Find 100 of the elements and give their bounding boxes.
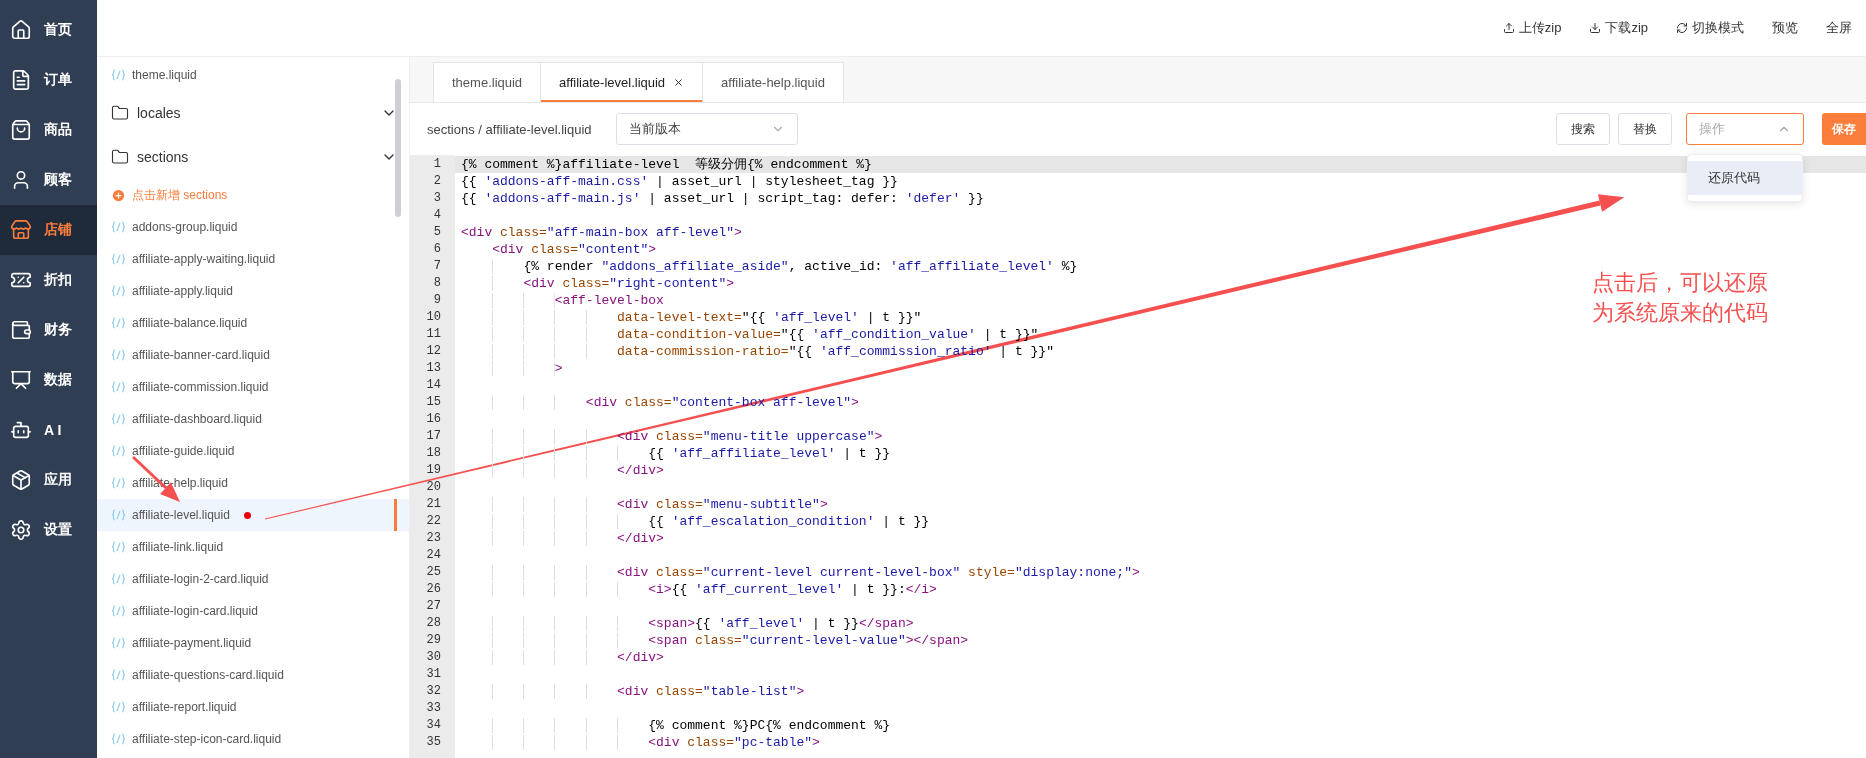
code-line: <div class="pc-table">	[461, 734, 820, 751]
folder-item[interactable]: locales	[111, 91, 397, 135]
line-number: 14	[425, 377, 442, 394]
line-number: 7	[432, 258, 442, 275]
line-number: 18	[425, 445, 442, 462]
line-number: 24	[425, 547, 442, 564]
top-action-link[interactable]: 下载zip	[1589, 19, 1648, 37]
line-number: 29	[425, 632, 442, 649]
document-icon	[10, 69, 32, 91]
line-number: 27	[425, 598, 442, 615]
code-file-icon	[111, 541, 126, 553]
nav-item[interactable]: A I	[0, 405, 97, 455]
code-file-icon	[111, 605, 126, 617]
code-line: {% comment %}PC{% endcomment %}	[461, 717, 891, 734]
code-line: <div class="table-list">	[461, 683, 805, 700]
code-line: {% comment %}affiliate-level 等级分佣{% endcomment %}	[461, 156, 872, 173]
nav-item[interactable]: 应用	[0, 455, 97, 505]
close-icon[interactable]	[673, 77, 685, 88]
nav-item[interactable]: 设置	[0, 505, 97, 555]
code-file-icon	[111, 253, 126, 265]
line-number: 30	[425, 649, 442, 666]
line-number: 25	[425, 564, 442, 581]
download-icon	[1589, 22, 1602, 34]
scrollbar[interactable]	[395, 79, 401, 217]
editor-tab[interactable]: affiliate-help.liquid	[702, 62, 844, 102]
nav-item[interactable]: 财务	[0, 305, 97, 355]
version-select[interactable]: 当前版本	[615, 113, 798, 145]
nav-item[interactable]: 店铺	[0, 205, 97, 255]
upload-icon	[1502, 22, 1515, 34]
editor-tab[interactable]: theme.liquid	[433, 62, 542, 102]
line-number: 23	[425, 530, 442, 547]
home-icon	[10, 19, 32, 41]
code-line: {% render "addons_affiliate_aside", active_id: 'aff_affiliate_level' %}	[461, 258, 1078, 275]
file-item[interactable]: affiliate-apply-waiting.liquid	[97, 243, 409, 275]
nav-item[interactable]: 订单	[0, 55, 97, 105]
code-line: <i>{{ 'aff_current_level' | t }}:</i>	[461, 581, 937, 598]
code-file-icon	[111, 413, 126, 425]
code-file-icon	[111, 573, 126, 585]
nav-item[interactable]: 顾客	[0, 155, 97, 205]
wallet-icon	[10, 319, 32, 341]
file-item[interactable]: affiliate-guide.liquid	[97, 435, 409, 467]
file-item[interactable]: affiliate-login-2-card.liquid	[97, 563, 409, 595]
code-line: <aff-level-box	[461, 292, 664, 309]
line-number: 10	[425, 309, 442, 326]
line-number: 17	[425, 428, 442, 445]
code-file-icon	[111, 477, 126, 489]
nav-item[interactable]: 首页	[0, 5, 97, 55]
line-number: 2	[432, 173, 442, 190]
toolbar-button[interactable]: 搜索	[1556, 113, 1610, 145]
plus-icon	[111, 187, 126, 203]
top-action-link[interactable]: 上传zip	[1502, 19, 1562, 37]
file-item[interactable]: affiliate-banner-card.liquid	[97, 339, 409, 371]
file-item[interactable]: affiliate-payment.liquid	[97, 627, 409, 659]
code-line: <div class="content">	[461, 241, 657, 258]
line-number: 13	[425, 360, 442, 377]
code-file-icon	[111, 509, 126, 521]
code-file-icon	[111, 221, 126, 233]
robot-icon	[10, 419, 32, 441]
code-file-icon	[111, 733, 126, 745]
code-file-icon	[111, 669, 126, 681]
line-number: 6	[432, 241, 442, 258]
line-number: 31	[425, 666, 442, 683]
file-item[interactable]: affiliate-report.liquid	[97, 691, 409, 723]
file-item[interactable]: affiliate-level.liquid	[97, 499, 409, 531]
code-file-icon	[111, 69, 126, 81]
nav-item[interactable]: 商品	[0, 105, 97, 155]
file-item[interactable]: affiliate-step-icon-card.liquid	[97, 723, 409, 755]
top-action-link[interactable]: 切换模式	[1676, 19, 1744, 37]
refresh-icon	[1676, 22, 1688, 34]
file-item[interactable]: affiliate-questions-card.liquid	[97, 659, 409, 691]
top-action-link[interactable]: 全屏	[1826, 19, 1852, 37]
line-number: 12	[425, 343, 442, 360]
file-item[interactable]: affiliate-dashboard.liquid	[97, 403, 409, 435]
file-item[interactable]: theme.liquid	[97, 59, 409, 91]
file-item[interactable]: affiliate-login-card.liquid	[97, 595, 409, 627]
nav-item[interactable]: 数据	[0, 355, 97, 405]
file-item[interactable]: addons-group.liquid	[97, 211, 409, 243]
code-line: {{ 'addons-aff-main.js' | asset_url | script_tag: defer: 'defer' }}	[461, 190, 984, 207]
line-number: 15	[425, 394, 442, 411]
top-action-link[interactable]: 预览	[1772, 19, 1798, 37]
code-line: <div class="current-level current-level-box" style="display:none;">	[461, 564, 1140, 581]
file-item[interactable]: affiliate-balance.liquid	[97, 307, 409, 339]
code-line: <div class="content-box aff-level">	[461, 394, 859, 411]
code-file-icon	[111, 701, 126, 713]
nav-item[interactable]: 折扣	[0, 255, 97, 305]
code-line: <div class="right-content">	[461, 275, 735, 292]
menu-item[interactable]: 还原代码	[1688, 161, 1802, 195]
line-number: 8	[432, 275, 442, 292]
file-item[interactable]: affiliate-commission.liquid	[97, 371, 409, 403]
file-item[interactable]: affiliate-apply.liquid	[97, 275, 409, 307]
code-line: <span class="current-level-value"></span>	[461, 632, 969, 649]
bag-icon	[10, 119, 32, 141]
file-item[interactable]: affiliate-link.liquid	[97, 531, 409, 563]
line-number: 3	[432, 190, 442, 207]
line-number: 26	[425, 581, 442, 598]
code-line: data-level-text="{{ 'aff_level' | t }}"	[461, 309, 922, 326]
editor-tab[interactable]: affiliate-level.liquid	[540, 62, 704, 102]
folder-item[interactable]: sections	[111, 135, 397, 179]
code-file-icon	[111, 317, 126, 329]
toolbar-button[interactable]: 替换	[1618, 113, 1672, 145]
